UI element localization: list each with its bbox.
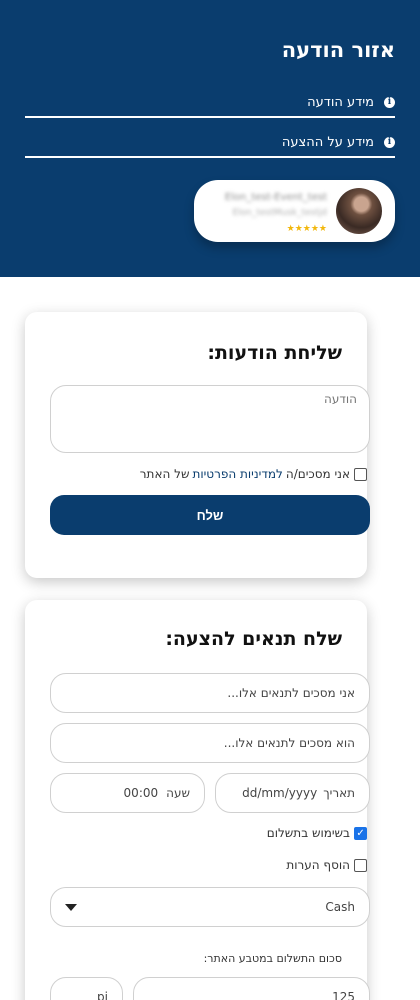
- terms-input-2[interactable]: הוא מסכים לתנאים אלו...: [50, 723, 370, 763]
- messages-card-title: שליחת הודעות:: [207, 342, 342, 364]
- amount-label: סכום התשלום במטבע האתר:: [203, 952, 342, 965]
- profile-subtitle: Elon_testMusk_testjd: [232, 208, 327, 218]
- time-label: שעה: [166, 786, 190, 800]
- use-payment-line: ✓ בשימוש בתשלום: [267, 826, 367, 840]
- profile-name: Elon_test-Event_test: [224, 192, 327, 203]
- currency-value: pi: [97, 990, 108, 1000]
- consent-line: אני מסכים/ה למדיניות הפרטיות של האתר: [140, 467, 367, 481]
- date-label: תאריך: [323, 786, 355, 800]
- terms-input-1-value: אני מסכים לתנאים אלו...: [227, 686, 355, 700]
- payment-method-select[interactable]: Cash: [50, 887, 370, 927]
- info-row-label: מידע על ההצעה: [281, 134, 374, 150]
- offer-card-title: שלח תנאים להצעה:: [165, 628, 342, 650]
- avatar: [336, 188, 382, 234]
- add-notes-label: הוסף הערות: [286, 858, 350, 872]
- profile-card[interactable]: Elon_test-Event_test Elon_testMusk_testj…: [194, 180, 395, 242]
- messages-card: שליחת הודעות: אני מסכים/ה למדיניות הפרטי…: [25, 312, 370, 578]
- date-field[interactable]: תאריך dd/mm/yyyy: [215, 773, 370, 813]
- time-field[interactable]: שעה 00:00: [50, 773, 205, 813]
- info-row-offer[interactable]: i מידע על ההצעה: [25, 128, 395, 158]
- header-section: אזור הודעה i מידע הודעה i מידע על ההצעה …: [0, 0, 420, 277]
- info-row-label: מידע הודעה: [307, 94, 374, 110]
- message-input[interactable]: [50, 385, 370, 453]
- use-payment-label: בשימוש בתשלום: [266, 826, 350, 840]
- consent-suffix: של האתר: [139, 467, 190, 481]
- consent-checkbox[interactable]: [354, 467, 367, 481]
- privacy-policy-link[interactable]: למדיניות הפרטיות: [192, 467, 282, 481]
- consent-prefix: אני מסכים/ה: [285, 467, 350, 481]
- payment-method-value: Cash: [325, 900, 355, 914]
- send-message-button[interactable]: שלח: [50, 495, 370, 535]
- add-notes-line: הוסף הערות: [286, 858, 367, 872]
- info-icon: i: [384, 96, 395, 108]
- add-notes-checkbox[interactable]: [354, 858, 367, 872]
- terms-input-2-value: הוא מסכים לתנאים אלו...: [223, 736, 355, 750]
- amount-input[interactable]: 125: [133, 977, 370, 1000]
- chevron-down-icon: [65, 903, 77, 911]
- amount-value: 125: [332, 990, 355, 1000]
- date-value: dd/mm/yyyy: [242, 786, 318, 800]
- use-payment-checkbox[interactable]: ✓: [354, 826, 367, 840]
- currency-field[interactable]: pi: [50, 977, 123, 1000]
- rating-stars-icon: ★★★★★: [286, 224, 327, 234]
- info-icon: i: [384, 136, 395, 148]
- page-title: אזור הודעה: [281, 38, 395, 62]
- terms-input-1[interactable]: אני מסכים לתנאים אלו...: [50, 673, 370, 713]
- info-row-message[interactable]: i מידע הודעה: [25, 88, 395, 118]
- offer-terms-card: שלח תנאים להצעה: אני מסכים לתנאים אלו...…: [25, 600, 370, 1000]
- time-value: 00:00: [123, 786, 159, 800]
